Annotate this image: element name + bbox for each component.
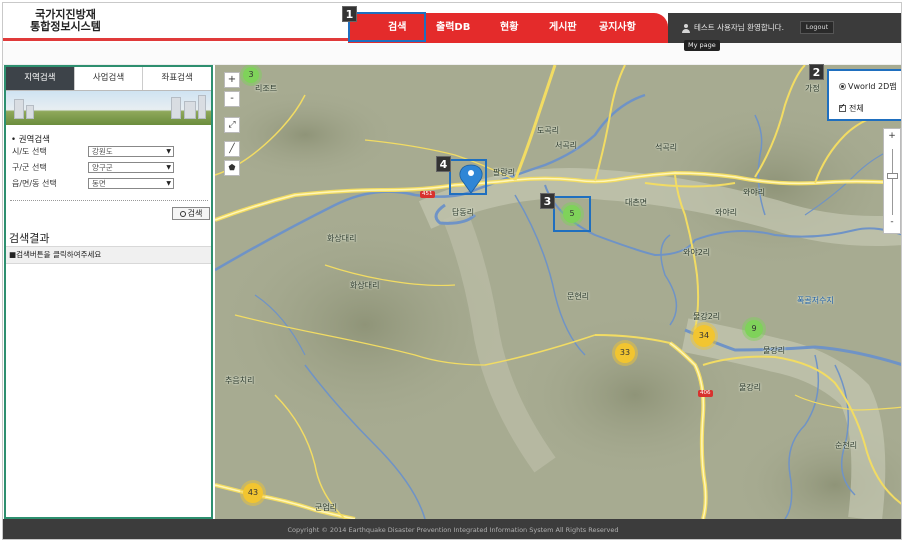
- layer-option-all[interactable]: 전체: [839, 102, 864, 114]
- mypage-tooltip[interactable]: My page: [684, 40, 720, 51]
- map-view[interactable]: 리조트 가정 도곡리 서곡리 석곡리 팔랑리 대촌면 와야리 와야리 와야2리 …: [215, 65, 901, 519]
- place-label: 와야리: [715, 208, 738, 217]
- dropdown-arrow-icon: ▼: [166, 180, 171, 187]
- place-label: 팔랑리: [493, 168, 516, 177]
- filter-row-province: 시/도 선택 강원도 ▼: [12, 146, 212, 158]
- highlight-box: [348, 12, 426, 42]
- place-label: 화상대리: [350, 281, 380, 290]
- user-welcome-text: 테스트 사용자님 환영합니다.: [694, 23, 784, 32]
- select-value: 양구군: [92, 163, 113, 172]
- region-section-title: • 권역검색: [11, 135, 50, 145]
- nav-output-db[interactable]: 출력DB: [436, 13, 470, 43]
- filter-label: 구/군 선택: [12, 163, 47, 172]
- filter-label: 읍/면/동 선택: [12, 179, 57, 188]
- user-icon: [682, 24, 690, 33]
- place-label: 폭골저수지: [797, 296, 834, 305]
- sub-header-strip: [3, 43, 901, 65]
- app-window: 국가지진방재 통합정보시스템 검색 출력DB 현황 게시판 공지사항 테스트 사…: [2, 2, 902, 540]
- filter-label: 시/도 선택: [12, 147, 47, 156]
- layer-option-label: 전체: [849, 104, 864, 113]
- dropdown-arrow-icon: ▼: [166, 164, 171, 171]
- tab-project-search[interactable]: 사업검색: [73, 67, 143, 90]
- measure-area-icon[interactable]: ⬟: [224, 160, 240, 176]
- select-value: 동면: [92, 179, 106, 188]
- zoom-slider-plus[interactable]: +: [884, 131, 900, 141]
- road-number-badge: 451: [420, 191, 435, 198]
- search-panel: 지역검색 사업검색 좌표검색 • 권역검색 시/도 선택 강원도 ▼ 구/군 선…: [4, 65, 213, 519]
- measure-line-icon[interactable]: ╱: [224, 141, 240, 157]
- dropdown-arrow-icon: ▼: [166, 148, 171, 155]
- result-hint: ■검색버튼을 클릭하여주세요: [6, 246, 211, 264]
- place-label: 문현리: [567, 292, 590, 301]
- place-label: 리조트: [255, 84, 278, 93]
- layer-option-label: Vworld 2D맵: [848, 82, 897, 91]
- place-label: 추음치리: [225, 376, 255, 385]
- marker-cluster[interactable]: 33: [615, 343, 635, 363]
- nav-status[interactable]: 현황: [500, 13, 518, 43]
- callout-badge: 3: [540, 193, 555, 209]
- zoom-slider[interactable]: + -: [883, 128, 901, 234]
- place-label: 군업리: [315, 503, 338, 512]
- province-select[interactable]: 강원도 ▼: [88, 146, 174, 157]
- checkbox-icon: [839, 102, 846, 112]
- place-label: 물강리: [739, 383, 762, 392]
- place-label: 와야리: [743, 188, 766, 197]
- place-label: 도곡리: [537, 126, 560, 135]
- place-label: 답동리: [452, 208, 475, 217]
- zoom-slider-track: [892, 149, 893, 215]
- tab-coordinate-search[interactable]: 좌표검색: [142, 67, 212, 90]
- radio-icon: [839, 83, 846, 90]
- user-bar: 테스트 사용자님 환영합니다. Logout: [668, 13, 901, 43]
- result-title: 검색결과: [9, 232, 50, 245]
- search-tabs: 지역검색 사업검색 좌표검색: [6, 67, 212, 91]
- place-label: 석곡리: [655, 143, 678, 152]
- county-select[interactable]: 양구군 ▼: [88, 162, 174, 173]
- place-label: 와야2리: [683, 248, 711, 257]
- place-label: 물강2리: [693, 312, 721, 321]
- callout-badge: 2: [809, 64, 824, 80]
- header-accent-line: [3, 38, 348, 41]
- divider: [10, 200, 208, 201]
- town-select[interactable]: 동면 ▼: [88, 178, 174, 189]
- highlight-box: [449, 159, 487, 195]
- fullscreen-icon[interactable]: ⤢: [224, 117, 240, 133]
- road-number-badge: 406: [698, 390, 713, 397]
- marker-cluster[interactable]: 43: [243, 483, 263, 503]
- select-value: 강원도: [92, 147, 113, 156]
- marker-cluster[interactable]: 34: [693, 325, 715, 347]
- callout-badge: 4: [436, 156, 451, 172]
- map-zoom-in-button[interactable]: +: [224, 72, 240, 88]
- place-label: 서곡리: [555, 141, 578, 150]
- layer-selector: Vworld 2D맵 전체: [827, 69, 901, 121]
- highlight-box: [553, 196, 591, 232]
- zoom-slider-minus[interactable]: -: [884, 217, 900, 227]
- search-button-label: 검색: [187, 209, 203, 218]
- place-label: 화상대리: [327, 234, 357, 243]
- tab-region-search[interactable]: 지역검색: [6, 67, 74, 90]
- filter-row-county: 구/군 선택 양구군 ▼: [12, 162, 212, 174]
- callout-badge: 1: [342, 6, 357, 22]
- map-zoom-out-button[interactable]: -: [224, 91, 240, 107]
- nav-board[interactable]: 게시판: [549, 13, 577, 43]
- header: 국가지진방재 통합정보시스템 검색 출력DB 현황 게시판 공지사항 테스트 사…: [3, 3, 901, 43]
- zoom-slider-thumb[interactable]: [887, 173, 898, 179]
- place-label: 가정: [805, 84, 820, 93]
- panel-banner-image: [6, 91, 211, 125]
- filter-row-town: 읍/면/동 선택 동면 ▼: [12, 178, 212, 190]
- place-label: 물강리: [763, 346, 786, 355]
- logout-button[interactable]: Logout: [800, 21, 834, 34]
- marker-cluster[interactable]: 3: [243, 67, 259, 83]
- logo-line2: 통합정보시스템: [30, 20, 101, 33]
- logo[interactable]: 국가지진방재 통합정보시스템: [3, 3, 128, 41]
- place-label: 순천리: [835, 441, 858, 450]
- marker-cluster[interactable]: 9: [745, 320, 763, 338]
- place-label: 대촌면: [625, 198, 648, 207]
- footer: Copyright © 2014 Earthquake Disaster Pre…: [3, 519, 901, 539]
- search-button[interactable]: 검색: [172, 207, 210, 220]
- search-icon: [179, 210, 186, 217]
- nav-notice[interactable]: 공지사항: [599, 13, 636, 43]
- layer-option-vworld[interactable]: Vworld 2D맵: [839, 81, 897, 92]
